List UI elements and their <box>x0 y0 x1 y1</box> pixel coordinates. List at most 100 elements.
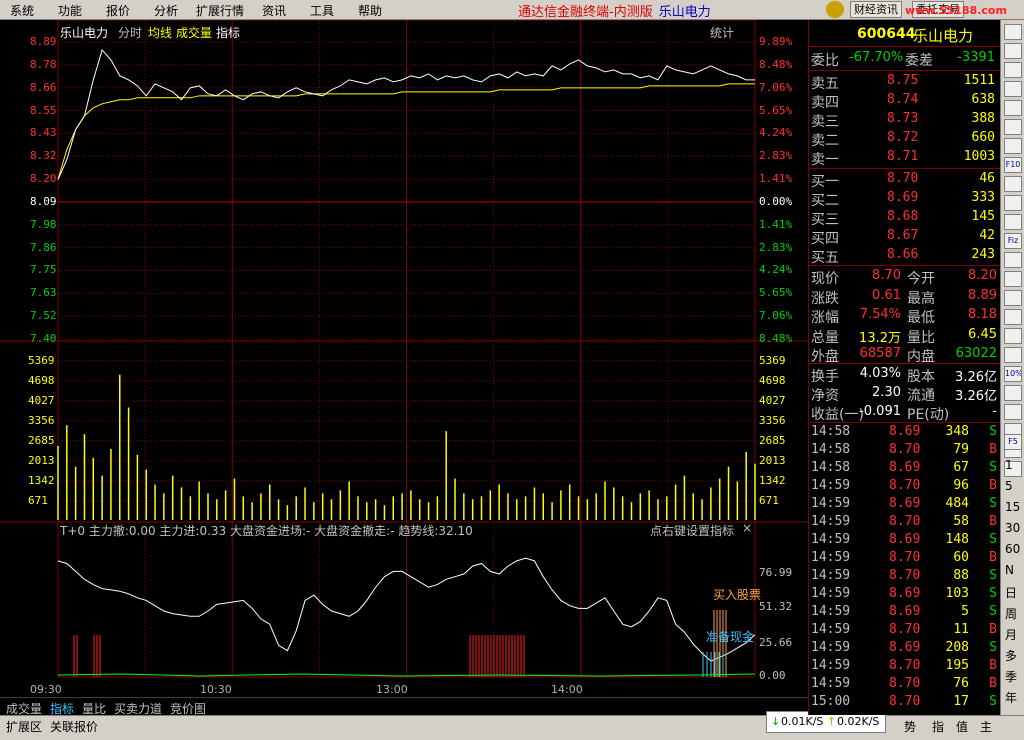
tick-direction: B <box>989 442 997 457</box>
toolbar-icon[interactable] <box>1004 100 1022 116</box>
tick-time: 14:58 <box>811 442 851 457</box>
period-button[interactable]: 多 <box>1005 647 1017 664</box>
quote-panel: 600644 乐山电力 委比 -67.70% 委差 -3391 卖五 8.75 15… <box>808 20 1001 715</box>
download-speed: 0.01K/S <box>781 715 824 728</box>
tick-time: 14:59 <box>811 478 851 493</box>
toolbar-icon[interactable]: Fiz <box>1004 233 1022 249</box>
volume-axis-label-right: 671 <box>759 494 779 507</box>
tab-extension-area[interactable]: 扩展区 <box>6 718 42 735</box>
tick-volume: 79 <box>953 442 969 457</box>
period-button[interactable]: 60 <box>1005 542 1020 556</box>
tick-price: 8.70 <box>889 658 921 673</box>
toolbar-icon[interactable] <box>1004 347 1022 363</box>
toolbar-icon[interactable] <box>1004 214 1022 230</box>
menu-quote[interactable]: 报价 <box>106 2 130 19</box>
finance-news-button[interactable]: 财经资讯 <box>850 1 902 18</box>
tick-volume: 484 <box>945 496 969 511</box>
toolbar-icon[interactable] <box>1004 290 1022 306</box>
volume-axis-label-right: 4698 <box>759 374 786 387</box>
intraday-chart[interactable] <box>0 20 808 700</box>
toolbar-icon[interactable] <box>1004 119 1022 135</box>
tick-row: 14:58 8.69 67 S <box>809 460 1001 478</box>
price-axis-label: 8.55 <box>30 103 57 117</box>
price-axis-label: 7.86 <box>30 240 57 254</box>
toolbar-icon[interactable]: F10 <box>1004 157 1022 173</box>
sell-label: 卖三 <box>811 114 839 130</box>
sell-level-2: 卖二 8.72 660 <box>809 130 999 149</box>
period-button[interactable]: 月 <box>1005 626 1017 643</box>
buy-label: 买三 <box>811 212 839 228</box>
ptab-value[interactable]: 值 <box>956 718 968 735</box>
period-button[interactable]: 1 <box>1005 458 1013 472</box>
period-button[interactable]: 5 <box>1005 479 1013 493</box>
toolbar-icon[interactable] <box>1004 271 1022 287</box>
stat-label: 今开 <box>907 271 935 287</box>
toolbar-icon[interactable] <box>1004 385 1022 401</box>
indicator-axis-label: 0.00 <box>759 669 786 682</box>
stat-value: 6.45 <box>968 326 997 342</box>
toolbar-icon[interactable] <box>1004 138 1022 154</box>
stat-value: 3.26亿 <box>955 389 997 404</box>
f5-icon[interactable]: F5 <box>1004 434 1022 450</box>
ptab-index[interactable]: 指 <box>932 718 944 735</box>
toolbar-icon[interactable] <box>1004 43 1022 59</box>
tick-volume: 348 <box>945 424 969 439</box>
period-button[interactable]: N <box>1005 563 1014 577</box>
menu-extended-market[interactable]: 扩展行情 <box>196 2 244 19</box>
toolbar-icon[interactable] <box>1004 404 1022 420</box>
toolbar-icon[interactable] <box>1004 328 1022 344</box>
upload-speed: 0.02K/S <box>837 715 880 728</box>
tick-price: 8.69 <box>889 586 921 601</box>
buy-price: 8.69 <box>887 190 919 205</box>
percent-axis-label: 2.83% <box>759 149 793 163</box>
menu-system[interactable]: 系统 <box>10 2 34 19</box>
toolbar-icon[interactable] <box>1004 24 1022 40</box>
indicator-settings-hint[interactable]: 点右键设置指标 <box>650 522 734 539</box>
tick-price: 8.70 <box>889 676 921 691</box>
price-axis-label: 8.43 <box>30 126 57 140</box>
buy-volume: 333 <box>971 190 995 205</box>
period-button[interactable]: 日 <box>1005 584 1017 601</box>
ptab-main[interactable]: 主 <box>980 718 992 735</box>
period-button[interactable]: 年 <box>1005 689 1017 706</box>
tick-volume: 88 <box>953 568 969 583</box>
period-button[interactable]: 30 <box>1005 521 1020 535</box>
tick-time: 14:59 <box>811 496 851 511</box>
stat-label: 净资 <box>811 388 839 404</box>
period-button[interactable]: 周 <box>1005 605 1017 622</box>
tick-volume: 60 <box>953 550 969 565</box>
tick-row: 14:59 8.70 58 B <box>809 514 1001 532</box>
tick-price: 8.69 <box>889 496 921 511</box>
toolbar-icon[interactable]: 10% <box>1004 366 1022 382</box>
buy-level-4: 买四 8.67 42 <box>809 228 999 247</box>
buy-stock-annotation: 买入股票 <box>713 588 762 602</box>
sell-price: 8.73 <box>887 111 919 126</box>
percent-axis-label: 2.83% <box>759 240 793 254</box>
buy-label: 买五 <box>811 250 839 266</box>
period-button[interactable]: 季 <box>1005 668 1017 685</box>
tick-price: 8.69 <box>889 640 921 655</box>
logo-icon <box>826 1 844 18</box>
menu-news[interactable]: 资讯 <box>262 2 286 19</box>
indicator-close-icon[interactable]: × <box>742 521 752 535</box>
menu-help[interactable]: 帮助 <box>358 2 382 19</box>
buy-label: 买四 <box>811 231 839 247</box>
sell-level-4: 卖四 8.74 638 <box>809 92 999 111</box>
menu-tools[interactable]: 工具 <box>310 2 334 19</box>
toolbar-icon[interactable] <box>1004 195 1022 211</box>
sell-volume: 638 <box>971 92 995 107</box>
percent-axis-label: 9.89% <box>759 35 793 48</box>
period-button[interactable]: 15 <box>1005 500 1020 514</box>
toolbar-icon[interactable] <box>1004 252 1022 268</box>
toolbar-icon[interactable] <box>1004 62 1022 78</box>
toolbar-icon[interactable] <box>1004 309 1022 325</box>
watermark: www.55188.com <box>905 4 1007 17</box>
menu-function[interactable]: 功能 <box>58 2 82 19</box>
tick-direction: S <box>989 694 997 709</box>
menu-analysis[interactable]: 分析 <box>154 2 178 19</box>
tab-related-quote[interactable]: 关联报价 <box>50 718 98 735</box>
sell-price: 8.74 <box>887 92 919 107</box>
toolbar-icon[interactable] <box>1004 176 1022 192</box>
toolbar-icon[interactable] <box>1004 81 1022 97</box>
ptab-trend[interactable]: 势 <box>904 718 916 735</box>
